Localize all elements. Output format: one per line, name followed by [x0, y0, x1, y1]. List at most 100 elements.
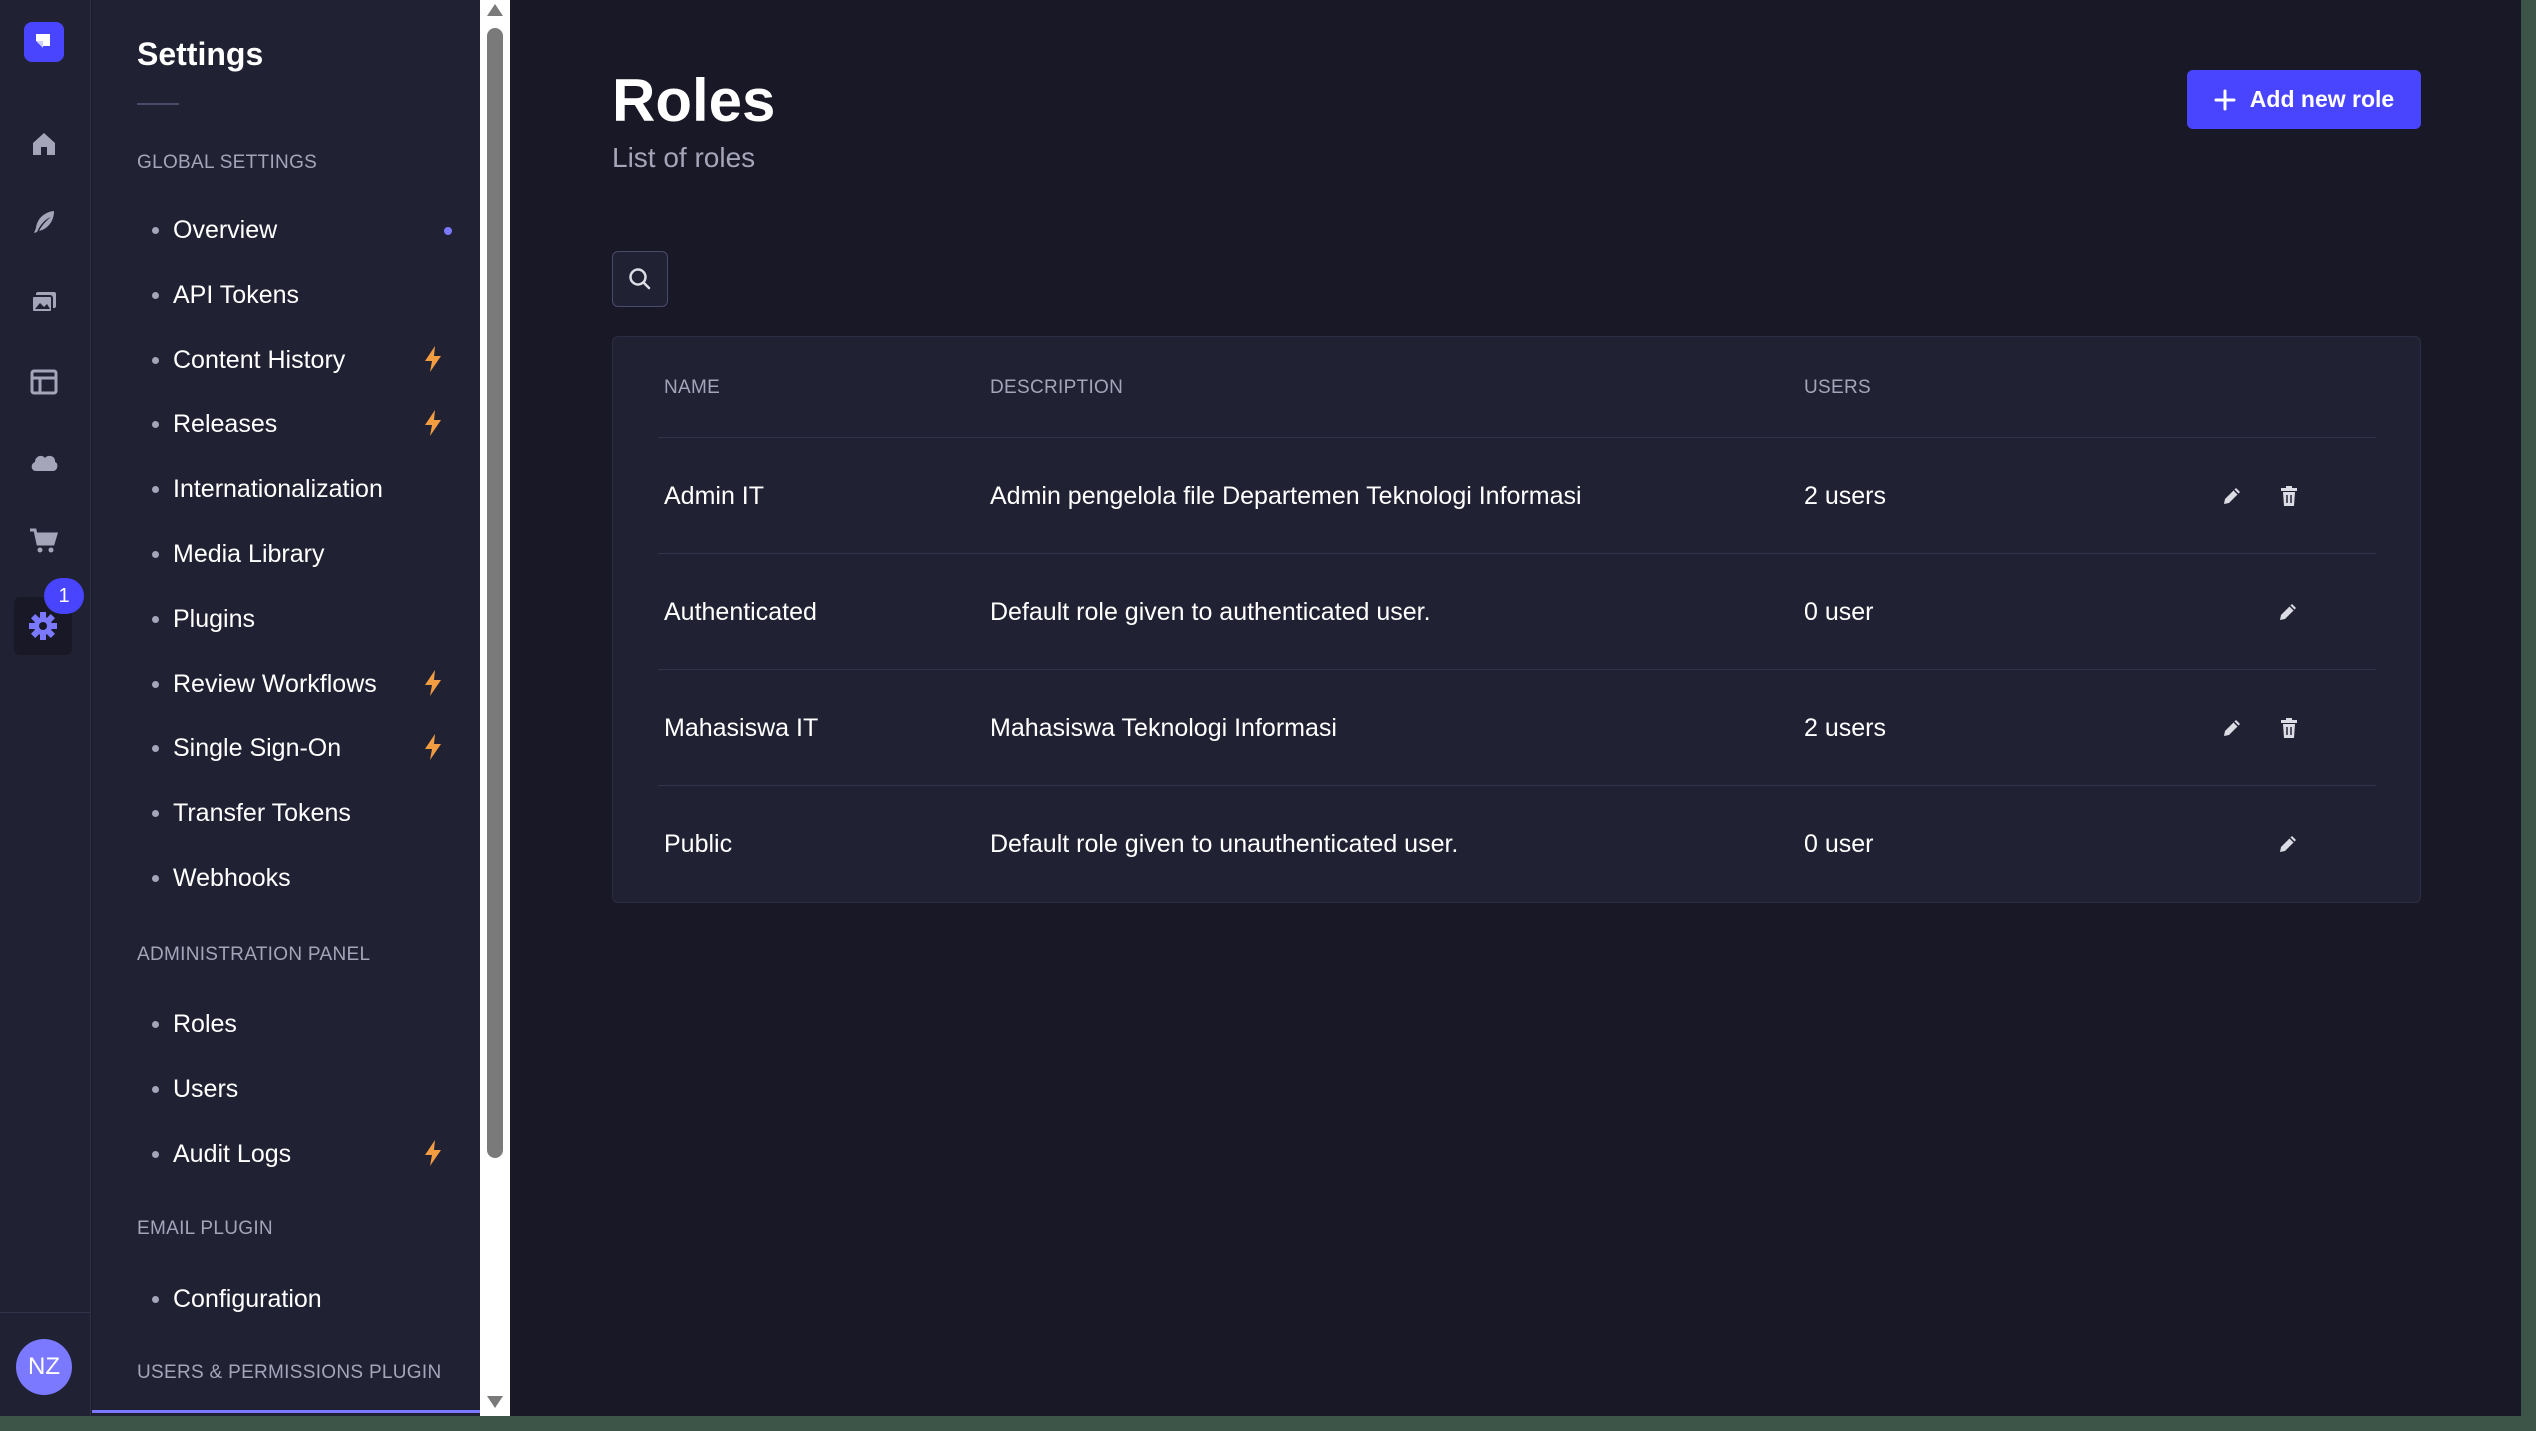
section-administration-panel: ADMINISTRATION PANEL [137, 944, 371, 965]
main-nav-rail: 1 NZ [0, 0, 91, 1416]
scroll-up-arrow-icon[interactable] [487, 4, 503, 16]
role-users-cell: 0 user [1804, 597, 1874, 626]
edit-pencil-icon[interactable] [2212, 476, 2252, 516]
lightning-icon [422, 1139, 444, 1167]
sidebar-item-webhooks[interactable]: Webhooks [92, 855, 480, 903]
delete-trash-icon[interactable] [2269, 708, 2309, 748]
bullet-dot [152, 486, 159, 494]
table-row[interactable]: Admin IT Admin pengelola file Departemen … [658, 437, 2376, 553]
edit-pencil-icon[interactable] [2268, 592, 2308, 632]
sidebar-item-overview[interactable]: Overview [92, 207, 480, 255]
sidebar-item-label: Transfer Tokens [173, 799, 351, 828]
bullet-dot [152, 615, 159, 623]
sidebar-scrollbar[interactable] [480, 0, 510, 1416]
role-users-cell: 2 users [1804, 481, 1886, 510]
media-library-icon[interactable] [22, 280, 66, 324]
home-icon[interactable] [22, 122, 66, 166]
sidebar-item-label: Single Sign-On [173, 734, 342, 763]
section-email-plugin: EMAIL PLUGIN [137, 1218, 273, 1239]
bullet-dot [152, 810, 159, 818]
sidebar-item-releases[interactable]: Releases [92, 401, 480, 449]
sidebar-item-media-library[interactable]: Media Library [92, 531, 480, 579]
notification-count-badge: 1 [44, 578, 84, 614]
sidebar-item-configuration[interactable]: Configuration [92, 1276, 480, 1324]
page-title: Roles [612, 67, 776, 134]
role-name-cell: Mahasiswa IT [664, 713, 819, 742]
scrollbar-thumb[interactable] [487, 28, 503, 1158]
sidebar-active-indicator [92, 1410, 480, 1413]
lightning-icon [422, 669, 444, 697]
sidebar-item-label: Roles [173, 1010, 237, 1038]
bullet-dot [152, 1296, 159, 1303]
cloud-icon[interactable] [22, 440, 66, 484]
sidebar-item-roles[interactable]: Roles [92, 1001, 480, 1049]
content-manager-feather-icon[interactable] [22, 200, 66, 244]
rail-divider [0, 1312, 91, 1313]
new-indicator-dot [444, 227, 452, 235]
sidebar-item-content-history[interactable]: Content History [92, 337, 480, 385]
content-type-builder-layout-icon[interactable] [22, 360, 66, 404]
table-row[interactable]: Authenticated Default role given to authe… [658, 553, 2376, 669]
main-content: Roles List of roles Add new role NAME DE… [510, 0, 2521, 1416]
sidebar-item-label: Audit Logs [173, 1139, 292, 1168]
strapi-admin-window: 1 NZ Settings GLOBAL SETTINGS Overview AP… [0, 0, 2521, 1416]
add-new-role-label: Add new role [2249, 86, 2395, 112]
bullet-dot [152, 356, 159, 364]
sidebar-item-single-sign-on[interactable]: Single Sign-On [92, 725, 480, 773]
sidebar-item-label: Users [173, 1074, 239, 1103]
role-name-cell: Admin IT [664, 481, 765, 510]
search-button[interactable] [612, 251, 668, 307]
sidebar-item-label: Releases [173, 410, 278, 439]
sidebar-item-users[interactable]: Users [92, 1066, 480, 1114]
edit-pencil-icon[interactable] [2268, 824, 2308, 864]
bullet-dot [152, 421, 159, 429]
bullet-dot [152, 745, 159, 753]
role-description-cell: Mahasiswa Teknologi Informasi [990, 713, 1337, 742]
user-avatar[interactable]: NZ [16, 1339, 72, 1395]
sidebar-item-audit-logs[interactable]: Audit Logs [92, 1131, 480, 1179]
table-row[interactable]: Public Default role given to unauthentica… [658, 785, 2376, 901]
role-description-cell: Default role given to unauthenticated us… [990, 829, 1459, 858]
lightning-icon [422, 345, 444, 373]
sidebar-title-divider [137, 103, 179, 105]
edit-pencil-icon[interactable] [2212, 708, 2252, 748]
column-header-users: USERS [1804, 377, 1871, 398]
roles-table: NAME DESCRIPTION USERS Admin IT Admin pen… [612, 336, 2421, 903]
bullet-dot [152, 1021, 159, 1028]
sidebar-item-label: Media Library [173, 540, 325, 568]
sidebar-item-label: Webhooks [173, 864, 291, 892]
sidebar-item-internationalization[interactable]: Internationalization [92, 466, 480, 514]
role-users-cell: 0 user [1804, 829, 1874, 858]
sidebar-item-label: Review Workflows [173, 669, 377, 698]
page-subtitle: List of roles [612, 142, 756, 173]
section-users-permissions-plugin: USERS & PERMISSIONS PLUGIN [137, 1362, 442, 1383]
table-row[interactable]: Mahasiswa IT Mahasiswa Teknologi Informas… [658, 669, 2376, 785]
delete-trash-icon[interactable] [2269, 476, 2309, 516]
scroll-down-arrow-icon[interactable] [487, 1396, 503, 1408]
bullet-dot [152, 227, 159, 234]
role-description-cell: Default role given to authenticated user… [990, 597, 1431, 626]
sidebar-item-label: Content History [173, 345, 346, 374]
role-description-cell: Admin pengelola file Departemen Teknolog… [990, 481, 1582, 510]
sidebar-item-api-tokens[interactable]: API Tokens [92, 272, 480, 320]
sidebar-item-label: Internationalization [173, 475, 383, 504]
add-new-role-button[interactable]: Add new role [2187, 70, 2421, 129]
section-global-settings: GLOBAL SETTINGS [137, 152, 318, 173]
sidebar-item-label: Plugins [173, 604, 255, 633]
role-name-cell: Public [664, 829, 733, 858]
sidebar-item-transfer-tokens[interactable]: Transfer Tokens [92, 790, 480, 838]
search-icon [629, 268, 651, 290]
sidebar-item-label: Overview [173, 216, 278, 244]
sidebar-item-plugins[interactable]: Plugins [92, 596, 480, 644]
marketplace-cart-icon[interactable] [22, 518, 66, 562]
bullet-dot [152, 875, 159, 882]
bullet-dot [152, 680, 159, 688]
column-header-name: NAME [664, 377, 721, 398]
strapi-logo-icon[interactable] [24, 22, 64, 62]
sidebar-item-label: Configuration [173, 1285, 322, 1313]
role-name-cell: Authenticated [664, 597, 817, 626]
bullet-dot [152, 1150, 159, 1158]
sidebar-item-review-workflows[interactable]: Review Workflows [92, 661, 480, 709]
lightning-icon [422, 733, 444, 761]
role-users-cell: 2 users [1804, 713, 1886, 742]
